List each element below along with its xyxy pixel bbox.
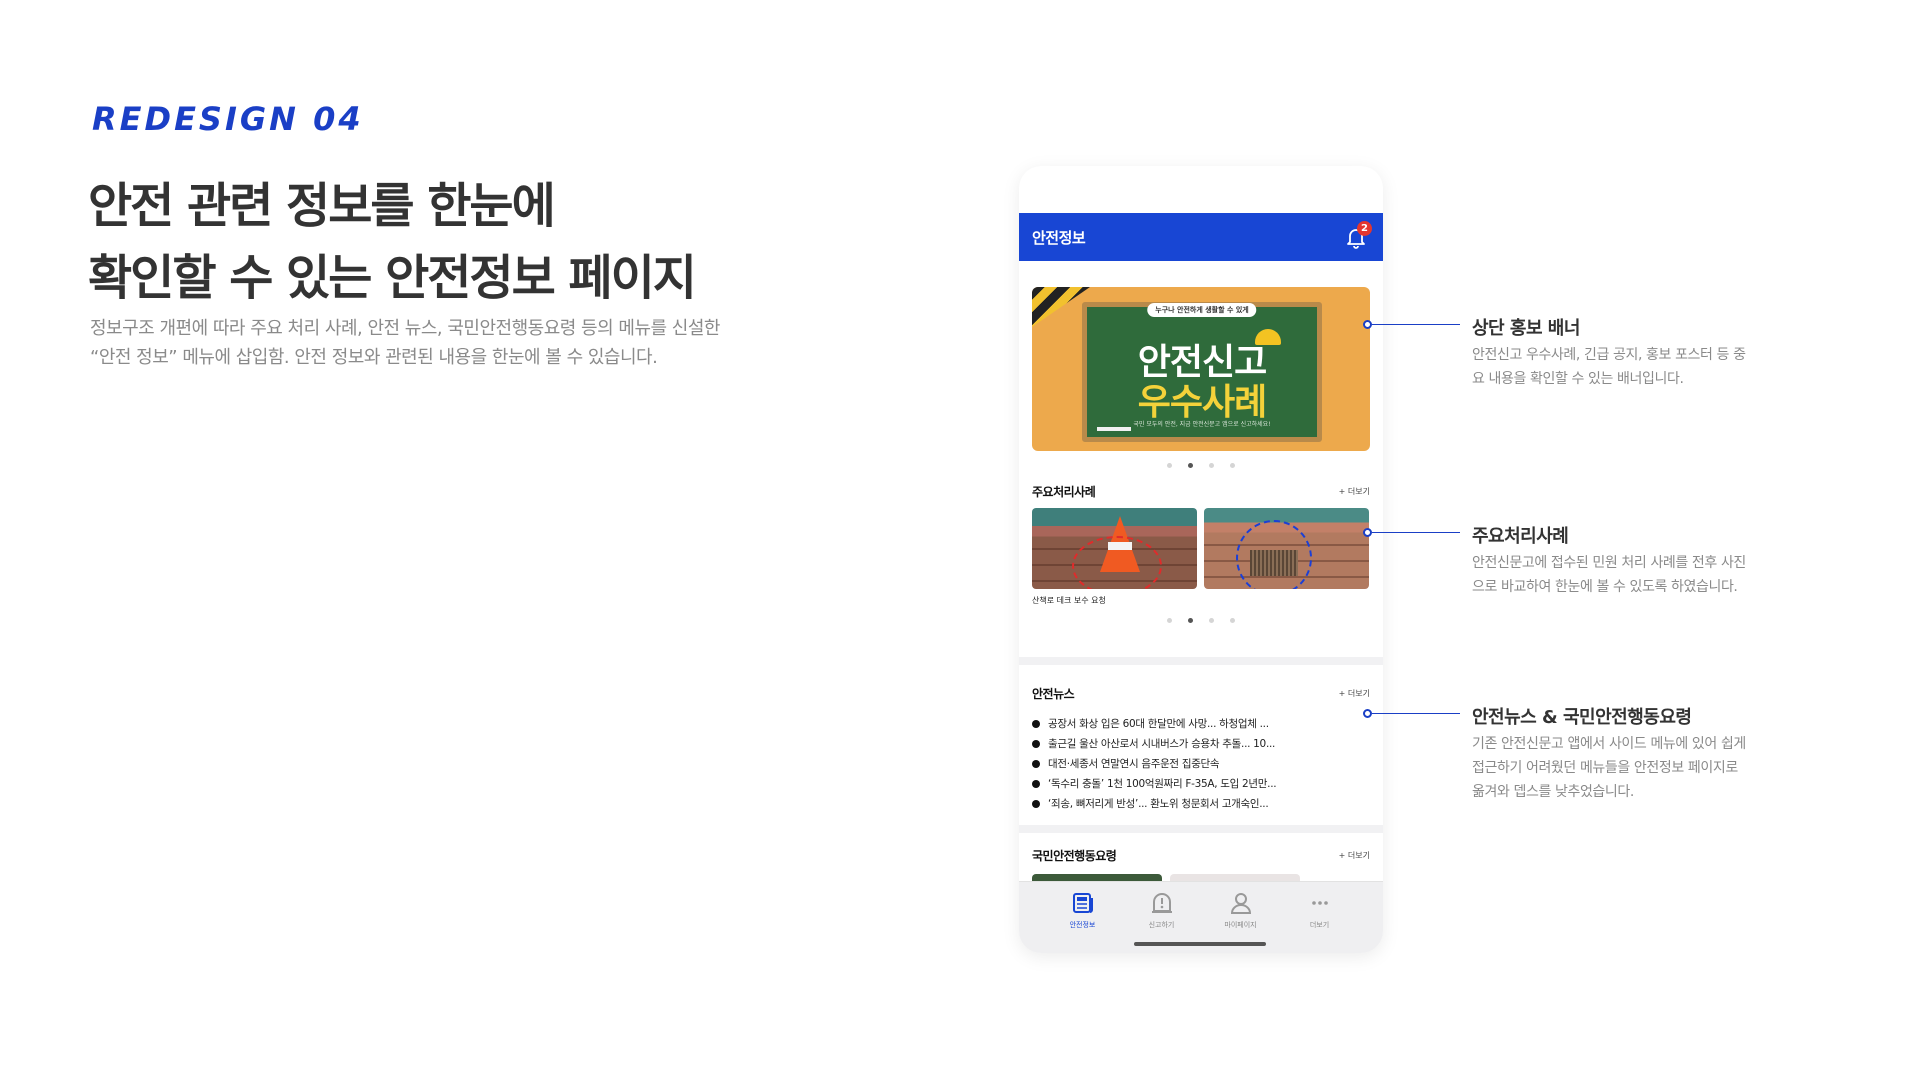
cases-pagination (1019, 618, 1383, 623)
chalkboard: 누구나 안전하게 생활할 수 있게 안전신고 우수사례 국민 모두의 안전, 지… (1082, 302, 1322, 442)
phone-mockup: 안전정보 2 누구나 안전하게 생활할 수 있게 안전신고 우수사례 국민 모두… (1019, 166, 1383, 953)
banner-pagination (1032, 463, 1370, 468)
tab-label: 안전정보 (1069, 921, 1096, 929)
tab-more[interactable]: 더보기 (1295, 890, 1345, 953)
news-item[interactable]: ‘죄송, 뼈저리게 반성’... 환노위 청문회서 고개숙인... (1032, 794, 1370, 814)
highlight-circle (1072, 536, 1162, 589)
tab-bar: 안전정보 신고하기 마이페이지 더보기 (1019, 881, 1383, 953)
report-icon (1151, 893, 1172, 913)
page-dot[interactable] (1167, 618, 1172, 623)
page-dot-active[interactable] (1188, 618, 1193, 623)
cases-title: 주요처리사례 (1032, 485, 1096, 499)
redesign-tag: REDESIGN 04 (92, 100, 364, 138)
annotation-title-cases: 주요처리사례 (1472, 526, 1569, 547)
annotation-line (1372, 713, 1460, 714)
tab-safety-info[interactable]: 안전정보 (1058, 890, 1108, 953)
annotation-line (1372, 324, 1460, 325)
annotation-line (1372, 532, 1460, 533)
status-bar (1019, 166, 1383, 213)
actions-more-link[interactable]: + 더보기 (1339, 850, 1370, 861)
page-dot[interactable] (1230, 618, 1235, 623)
annotation-dot (1363, 320, 1372, 329)
news-more-link[interactable]: + 더보기 (1339, 688, 1370, 699)
page-dot-active[interactable] (1188, 463, 1193, 468)
notification-button[interactable]: 2 (1342, 221, 1372, 251)
headline-line-2: 확인할 수 있는 안전정보 페이지 (88, 250, 697, 306)
news-title: 안전뉴스 (1032, 687, 1075, 701)
news-list: 공장서 화상 입은 60대 한달만에 사망... 하청업체 ... 출근길 울산… (1032, 714, 1370, 814)
banner-title-line-2: 우수사례 (1137, 382, 1267, 423)
annotation-title-news: 안전뉴스 & 국민안전행동요령 (1472, 707, 1692, 728)
promo-banner[interactable]: 누구나 안전하게 생활할 수 있게 안전신고 우수사례 국민 모두의 안전, 지… (1032, 287, 1370, 451)
helmet-icon (1255, 329, 1281, 345)
news-item[interactable]: 대전·세종서 연말연시 음주운전 집중단속 (1032, 754, 1370, 774)
app-bar: 안전정보 2 (1019, 213, 1383, 261)
case-before-photo[interactable] (1032, 508, 1197, 589)
person-icon (1230, 893, 1251, 914)
news-section: 안전뉴스 + 더보기 공장서 화상 입은 60대 한달만에 사망... 하청업체… (1019, 665, 1383, 825)
highlight-circle (1236, 520, 1312, 589)
annotation-dot (1363, 528, 1372, 537)
actions-title: 국민안전행동요령 (1032, 849, 1117, 863)
description: 정보구조 개편에 따라 주요 처리 사례, 안전 뉴스, 국민안전행동요령 등의… (90, 318, 720, 368)
promo-banner-section: 누구나 안전하게 생활할 수 있게 안전신고 우수사례 국민 모두의 안전, 지… (1019, 261, 1383, 473)
case-after-photo[interactable] (1204, 508, 1369, 589)
headline-line-1: 안전 관련 정보를 한눈에 (88, 178, 556, 234)
annotation-text-cases: 안전신문고에 접수된 민원 처리 사례를 전후 사진으로 바교하여 한눈에 볼 … (1472, 555, 1746, 595)
page-dot[interactable] (1230, 463, 1235, 468)
page-dot[interactable] (1167, 463, 1172, 468)
cases-section: 주요처리사례 + 더보기 산책로 데크 보수 요청 (1019, 473, 1383, 657)
app-title: 안전정보 (1032, 228, 1086, 247)
more-icon (1311, 901, 1328, 905)
banner-pill: 누구나 안전하게 생활할 수 있게 (1147, 303, 1257, 317)
annotation-title-banner: 상단 홍보 배너 (1472, 318, 1580, 339)
case-caption: 산책로 데크 보수 요청 (1032, 596, 1106, 605)
home-indicator (1134, 942, 1266, 946)
tab-label: 신고하기 (1148, 921, 1175, 929)
headline: 안전 관련 정보를 한눈에 확인할 수 있는 안전정보 페이지 (88, 170, 697, 314)
news-icon (1072, 893, 1093, 913)
notification-badge: 2 (1357, 221, 1372, 236)
page-dot[interactable] (1209, 463, 1214, 468)
annotation-text-news: 기존 안전신문고 앱에서 사이드 메뉴에 있어 쉽게 접근하기 어려웠던 메뉴들… (1472, 736, 1746, 800)
news-item[interactable]: 출근길 울산 아산로서 시내버스가 승용차 추돌... 10... (1032, 734, 1370, 754)
news-item[interactable]: 공장서 화상 입은 60대 한달만에 사망... 하청업체 ... (1032, 714, 1370, 734)
cases-more-link[interactable]: + 더보기 (1339, 486, 1370, 497)
annotation-text-banner: 안전신고 우수사례, 긴급 공지, 홍보 포스터 등 중요 내용을 확인할 수 … (1472, 347, 1746, 387)
slide: REDESIGN 04 안전 관련 정보를 한눈에 확인할 수 있는 안전정보 … (0, 0, 1920, 1080)
news-item[interactable]: ‘독수리 충돌’ 1천 100억원짜리 F-35A, 도입 2년만... (1032, 774, 1370, 794)
page-dot[interactable] (1209, 618, 1214, 623)
annotation-dot (1363, 709, 1372, 718)
chalk (1097, 427, 1131, 431)
tab-label: 더보기 (1309, 921, 1330, 929)
tab-label: 마이페이지 (1224, 921, 1257, 929)
